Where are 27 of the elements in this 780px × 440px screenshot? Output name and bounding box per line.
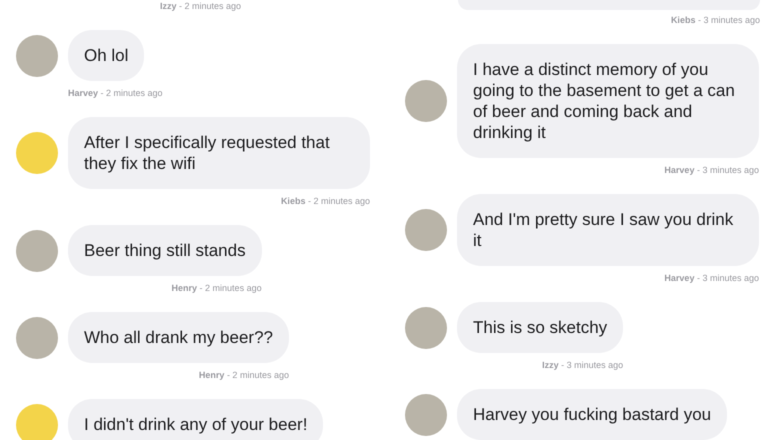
avatar bbox=[405, 209, 447, 251]
message-bubble: Harvey you fucking bastard you bbox=[457, 389, 728, 440]
message-bubble: And I'm pretty sure I saw you drink it bbox=[457, 194, 759, 266]
message-bubble: Who all drank my beer?? bbox=[68, 312, 289, 363]
avatar bbox=[405, 80, 447, 122]
message-bubble: Beer thing still stands bbox=[68, 225, 262, 276]
message-meta: Izzy - 2 minutes ago bbox=[160, 0, 242, 12]
message-bubble: This is so sketchy bbox=[457, 302, 624, 353]
message-meta: Harvey - 3 minutes ago bbox=[664, 164, 759, 176]
message-bubble: After I specifically requested that they fix the wifi bbox=[68, 117, 370, 189]
message-bubble: I didn't drink any of your beer! bbox=[68, 399, 324, 440]
message-meta: Henry - 2 minutes ago bbox=[198, 369, 289, 381]
avatar bbox=[405, 394, 447, 436]
message-meta: Henry - 2 minutes ago bbox=[172, 282, 262, 294]
message-meta: Kiebs - 2 minutes ago bbox=[280, 195, 370, 207]
message-meta: Kiebs - 3 minutes ago bbox=[670, 14, 760, 26]
avatar bbox=[16, 316, 58, 358]
message-meta: Harvey - 3 minutes ago bbox=[664, 272, 759, 284]
cartoon-avatar bbox=[16, 132, 58, 174]
message-bubble: I have a distinct memory of you going to the basement to get a can of beer and coming back and drinking it bbox=[457, 44, 759, 158]
avatar bbox=[16, 230, 58, 272]
message-bubble: Oh lol bbox=[68, 30, 144, 81]
avatar bbox=[16, 34, 58, 76]
message-meta: Harvey - 2 minutes ago bbox=[68, 87, 163, 99]
avatar bbox=[405, 306, 447, 348]
cartoon-avatar bbox=[16, 404, 58, 440]
message-meta: Izzy - 3 minutes ago bbox=[542, 359, 624, 371]
